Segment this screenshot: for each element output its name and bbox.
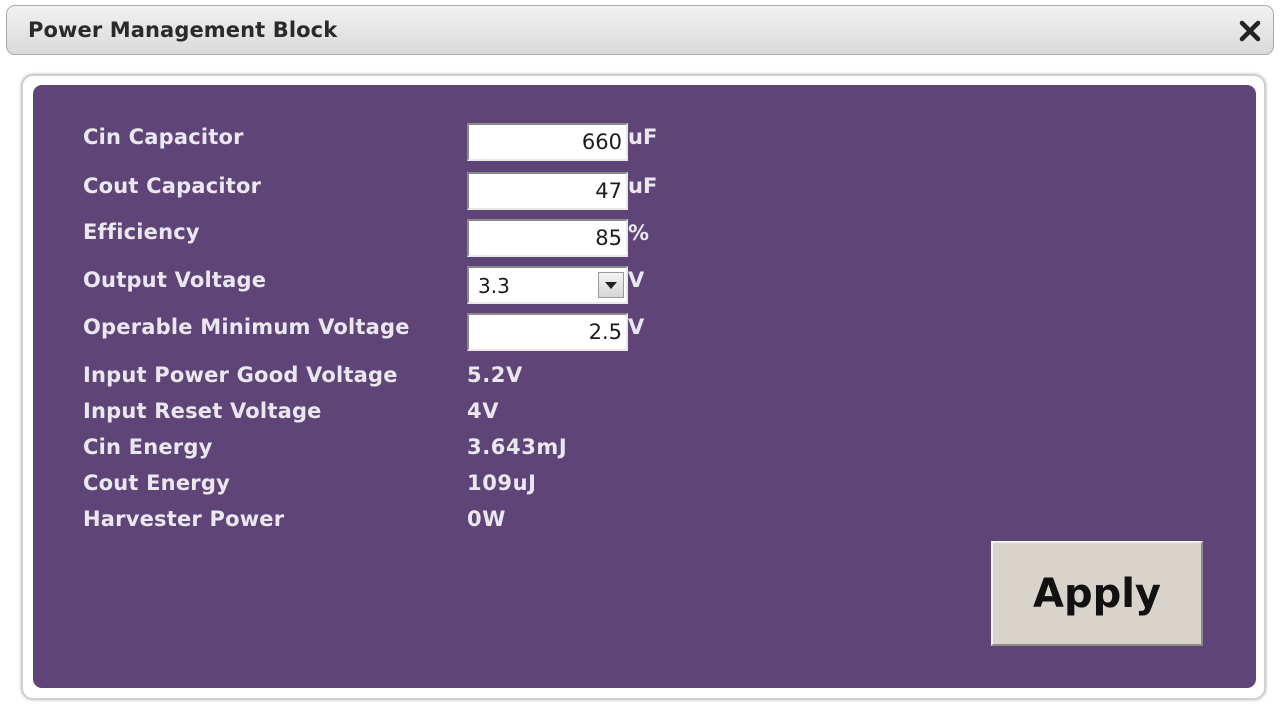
cin-energy-value: 3.643mJ <box>467 435 568 459</box>
close-icon[interactable] <box>1237 18 1263 44</box>
cout-capacitor-input[interactable] <box>467 172 628 210</box>
efficiency-label: Efficiency <box>83 220 200 244</box>
operable-min-voltage-label: Operable Minimum Voltage <box>83 315 410 339</box>
cin-capacitor-unit: uF <box>628 125 658 149</box>
window-title: Power Management Block <box>28 18 338 42</box>
input-power-good-voltage-value: 5.2V <box>467 363 523 387</box>
efficiency-unit: % <box>628 221 650 245</box>
output-voltage-select[interactable]: 3.3 <box>467 266 628 304</box>
settings-panel: Cin Capacitor uF Cout Capacitor uF Effic… <box>33 85 1256 688</box>
cout-energy-label: Cout Energy <box>83 471 230 495</box>
output-voltage-label: Output Voltage <box>83 268 267 292</box>
title-bar: Power Management Block <box>6 5 1274 55</box>
operable-min-voltage-input[interactable] <box>467 313 628 351</box>
input-power-good-voltage-label: Input Power Good Voltage <box>83 363 398 387</box>
operable-min-voltage-unit: V <box>628 315 645 339</box>
chevron-down-icon <box>605 282 617 289</box>
harvester-power-label: Harvester Power <box>83 507 285 531</box>
apply-button[interactable]: Apply <box>991 541 1203 646</box>
cout-capacitor-unit: uF <box>628 174 658 198</box>
input-reset-voltage-value: 4V <box>467 399 500 423</box>
dropdown-arrow-icon[interactable] <box>598 272 624 298</box>
cout-capacitor-label: Cout Capacitor <box>83 174 262 198</box>
cout-energy-value: 109uJ <box>467 471 537 495</box>
cin-energy-label: Cin Energy <box>83 435 213 459</box>
cin-capacitor-label: Cin Capacitor <box>83 125 244 149</box>
cin-capacitor-input[interactable] <box>467 123 628 161</box>
harvester-power-value: 0W <box>467 507 506 531</box>
output-voltage-unit: V <box>628 268 645 292</box>
output-voltage-selected: 3.3 <box>478 274 510 298</box>
input-reset-voltage-label: Input Reset Voltage <box>83 399 322 423</box>
efficiency-input[interactable] <box>467 219 628 257</box>
